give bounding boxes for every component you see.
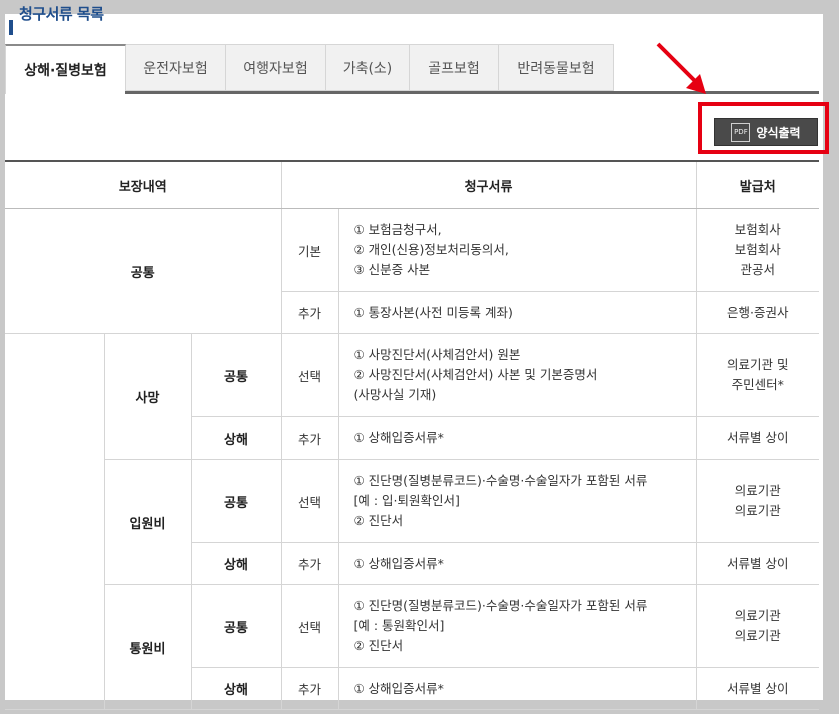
document-list: ① 상해입증서류* [337,667,696,710]
document-list: ① 진단명(질병분류코드)·수술명·수술일자가 포함된 서류 [예 : 통원확인서… [337,584,696,668]
coverage-hospital-label: 입원비 [103,459,191,585]
issuer-list: 서류별 상이 [695,667,819,710]
tab-travel[interactable]: 여행자보험 [226,44,326,91]
pdf-button-highlight: PDF 양식출력 [698,102,829,154]
doc-type: 추가 [280,542,338,585]
document-list: ① 상해입증서류* [337,416,696,460]
document-list: ① 상해입증서류* [337,542,696,585]
sub-injury-label: 상해 [190,667,281,710]
issuer-list: 의료기관 및 주민센터* [695,333,819,417]
doc-type: 선택 [280,333,338,417]
header-coverage: 보장내역 [5,160,281,209]
tab-underline [125,91,819,94]
coverage-outpatient-label: 통원비 [103,584,191,710]
pdf-print-button[interactable]: PDF 양식출력 [714,118,818,146]
table-row: 공통 기본 ① 보험금청구서, ② 개인(신용)정보처리동의서, ③ 신분증 사본 … [5,208,819,334]
issuer-list: 서류별 상이 [695,416,819,460]
insurance-tab-bar: 상해·질병보험 운전자보험 여행자보험 가축(소) 골프보험 반려동물보험 [5,44,614,94]
issuer-list: 의료기관 의료기관 [695,459,819,543]
document-list: ① 통장사본(사전 미등록 계좌) [337,291,696,334]
tab-driver[interactable]: 운전자보험 [126,44,226,91]
doc-type: 기본 [280,208,338,292]
red-arrow-annotation [656,42,706,94]
table-row: 사망 공통 선택 ① 사망진단서(사체검안서) 원본 ② 사망진단서(사체검안서)… [5,333,819,710]
coverage-common-label: 공통 [5,208,281,334]
issuer-list: 의료기관 의료기관 [695,584,819,668]
document-list: ① 사망진단서(사체검안서) 원본 ② 사망진단서(사체검안서) 사본 및 기본증… [337,333,696,417]
table-row: 통원비 공통 선택 ① 진단명(질병분류코드)·수술명·수술일자가 포함된 서류… [5,584,819,710]
sub-common-label: 공통 [190,333,281,417]
doc-type: 추가 [280,667,338,710]
pdf-icon: PDF [731,122,751,142]
document-list: ① 보험금청구서, ② 개인(신용)정보처리동의서, ③ 신분증 사본 [337,208,696,292]
header-issuer: 발급처 [695,160,819,209]
document-list: ① 진단명(질병분류코드)·수술명·수술일자가 포함된 서류 [예 : 입·퇴원확… [337,459,696,543]
blank-coverage-cell [5,333,104,710]
issuer-list: 은행·증권사 [695,291,819,334]
header-documents: 청구서류 [280,160,696,209]
doc-type: 추가 [280,291,338,334]
table-header-row: 보장내역 청구서류 발급처 [5,160,819,209]
pdf-button-label: 양식출력 [756,125,801,140]
sub-common-label: 공통 [190,584,281,668]
claim-documents-table: 보장내역 청구서류 발급처 공통 기본 ① 보험금청구서, ② 개인(신용)정보처… [5,160,819,710]
page-title: 청구서류 목록 [19,5,104,23]
table-row: 입원비 공통 선택 ① 진단명(질병분류코드)·수술명·수술일자가 포함된 서류… [5,459,819,585]
title-accent-bar [9,20,13,35]
doc-type: 추가 [280,416,338,460]
sub-common-label: 공통 [190,459,281,543]
tab-golf[interactable]: 골프보험 [410,44,499,91]
issuer-list: 보험회사 보험회사 관공서 [695,208,819,292]
coverage-death-label: 사망 [103,333,191,460]
tab-pet[interactable]: 반려동물보험 [499,44,614,91]
tab-injury-disease[interactable]: 상해·질병보험 [5,44,126,94]
sub-injury-label: 상해 [190,542,281,585]
sub-injury-label: 상해 [190,416,281,460]
doc-type: 선택 [280,459,338,543]
tab-livestock[interactable]: 가축(소) [326,44,410,91]
issuer-list: 서류별 상이 [695,542,819,585]
doc-type: 선택 [280,584,338,668]
